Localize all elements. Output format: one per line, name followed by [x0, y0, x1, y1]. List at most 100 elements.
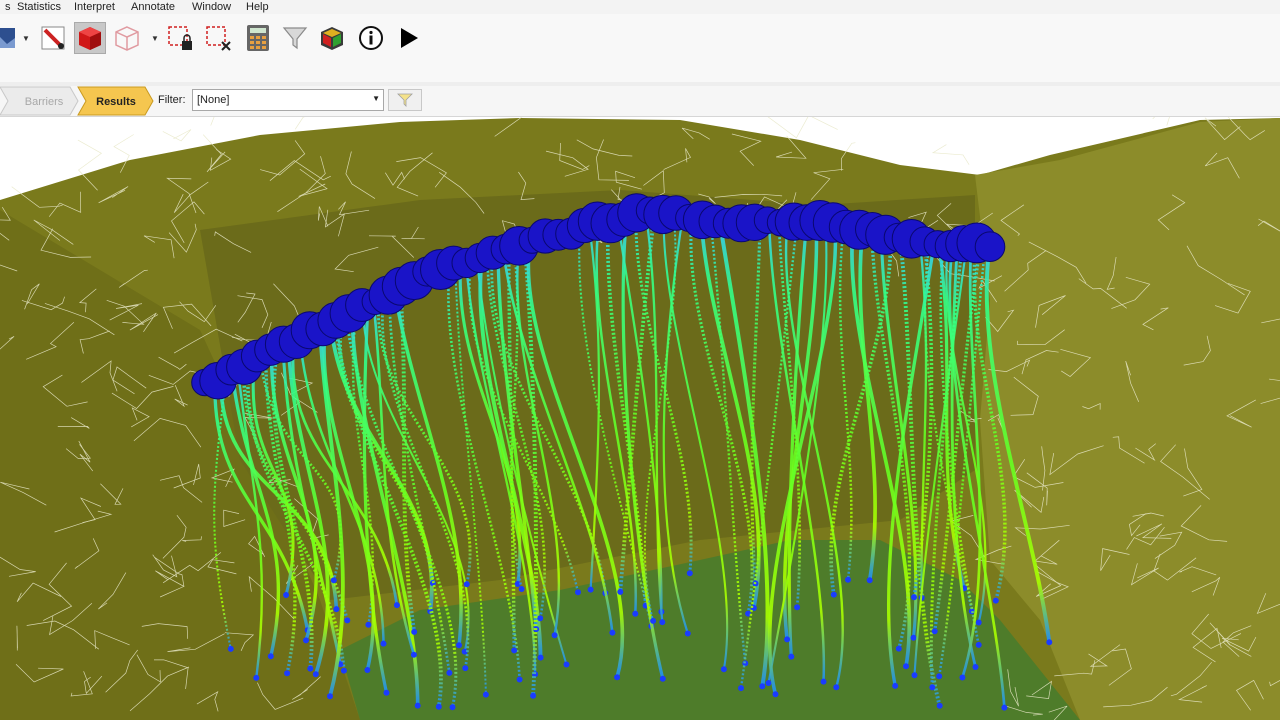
flow-endpoint [911, 594, 917, 601]
flow-endpoint [1046, 639, 1053, 646]
breadcrumb-step-label: Results [96, 96, 136, 108]
flow-endpoint [330, 577, 337, 584]
red-cube-icon[interactable] [74, 22, 106, 54]
chevron-down-icon[interactable]: ▼ [372, 94, 380, 103]
flow-endpoint [411, 628, 418, 635]
menu-item-statistics[interactable]: Statistics [17, 0, 61, 14]
flow-endpoint [267, 653, 274, 660]
flow-endpoint [456, 642, 462, 649]
flow-endpoint [772, 691, 779, 698]
flow-endpoint [511, 647, 518, 654]
flow-endpoint [410, 651, 417, 658]
flow-endpoint [537, 615, 544, 622]
play-icon[interactable] [393, 22, 425, 54]
filter-select[interactable]: [None] ▼ [192, 89, 384, 111]
flow-endpoint [738, 685, 744, 692]
source-blob [974, 231, 1006, 262]
pen-edit-icon[interactable] [37, 22, 69, 54]
flow-endpoint [794, 604, 801, 611]
flow-endpoint [830, 591, 837, 598]
flow-endpoint [446, 669, 453, 676]
flow-endpoint [759, 683, 766, 690]
filter-select-value: [None] [197, 94, 230, 106]
flow-endpoint [784, 636, 791, 643]
flow-endpoint [931, 628, 938, 635]
cube-outline-icon[interactable] [111, 22, 143, 54]
menu-bar: s Statistics Interpret Annotate Window H… [0, 0, 1280, 14]
flow-endpoint [910, 634, 917, 641]
flow-endpoint [380, 640, 387, 647]
flow-endpoint [617, 588, 624, 595]
flow-endpoint [530, 692, 537, 699]
flow-endpoint [632, 610, 639, 617]
flow-endpoint [845, 576, 851, 583]
flow-endpoint [284, 670, 291, 677]
flow-endpoint [435, 703, 442, 710]
breadcrumb: Barriers Results [0, 86, 154, 116]
filter-icon[interactable] [279, 22, 311, 54]
menu-item-annotate[interactable]: Annotate [131, 0, 175, 14]
flow-endpoint [340, 667, 347, 674]
flow-endpoint [364, 667, 371, 673]
flow-endpoint [959, 674, 966, 681]
menu-item-partial[interactable]: s [5, 0, 11, 14]
flow-endpoint [659, 675, 666, 682]
breadcrumb-step-barriers[interactable]: Barriers [0, 86, 79, 116]
breadcrumb-step-results[interactable]: Results [77, 86, 154, 116]
flow-endpoint [720, 666, 727, 673]
3d-scene[interactable] [0, 117, 1280, 720]
info-icon[interactable] [355, 22, 387, 54]
flow-endpoint [975, 641, 982, 648]
flow-endpoint [892, 682, 899, 689]
flow-endpoint [383, 689, 390, 696]
flow-endpoint [587, 586, 594, 593]
apply-filter-button[interactable] [388, 89, 422, 111]
flow-endpoint [936, 673, 943, 680]
flow-endpoint [609, 629, 616, 636]
workflow-bar: Barriers Results Filter: [None] ▼ [0, 86, 1280, 117]
image-icon[interactable] [0, 22, 18, 54]
flow-endpoint [393, 602, 400, 609]
filter-label: Filter: [158, 94, 186, 106]
3d-box-icon[interactable] [316, 22, 348, 54]
flow-endpoint [283, 592, 290, 598]
flow-endpoint [563, 661, 570, 668]
menu-item-interpret[interactable]: Interpret [74, 0, 115, 14]
flow-endpoint [833, 684, 840, 691]
flow-endpoint [1001, 704, 1008, 711]
flow-endpoint [575, 589, 581, 596]
flow-endpoint [788, 653, 795, 660]
menu-item-help[interactable]: Help [246, 0, 269, 14]
flow-endpoint [614, 674, 621, 681]
flow-endpoint [975, 619, 982, 626]
flow-endpoint [972, 664, 979, 670]
flow-endpoint [936, 702, 943, 709]
chevron-down-icon[interactable]: ▼ [21, 34, 31, 44]
flow-endpoint [344, 617, 351, 624]
flow-endpoint [650, 617, 657, 624]
flow-endpoint [895, 645, 902, 652]
flow-endpoint [516, 676, 523, 683]
flow-endpoint [307, 665, 314, 672]
flow-endpoint [911, 672, 918, 679]
chevron-down-icon[interactable]: ▼ [150, 34, 160, 44]
select-clear-icon[interactable] [202, 22, 234, 54]
flow-endpoint [462, 665, 469, 672]
calculator-icon[interactable] [242, 22, 274, 54]
3d-viewport[interactable] [0, 117, 1280, 720]
flow-endpoint [537, 654, 544, 661]
select-lock-icon[interactable] [164, 22, 196, 54]
flow-endpoint [303, 637, 309, 644]
flow-endpoint [482, 691, 489, 698]
flow-endpoint [449, 704, 456, 711]
filter-icon [397, 93, 413, 107]
flow-endpoint [312, 671, 319, 678]
flow-endpoint [903, 663, 909, 670]
flow-endpoint [929, 684, 936, 691]
flow-endpoint [686, 570, 693, 577]
flow-endpoint [365, 621, 372, 628]
flow-endpoint [518, 586, 525, 592]
menu-item-window[interactable]: Window [192, 0, 231, 14]
flow-endpoint [333, 606, 340, 613]
flow-endpoint [253, 674, 260, 681]
